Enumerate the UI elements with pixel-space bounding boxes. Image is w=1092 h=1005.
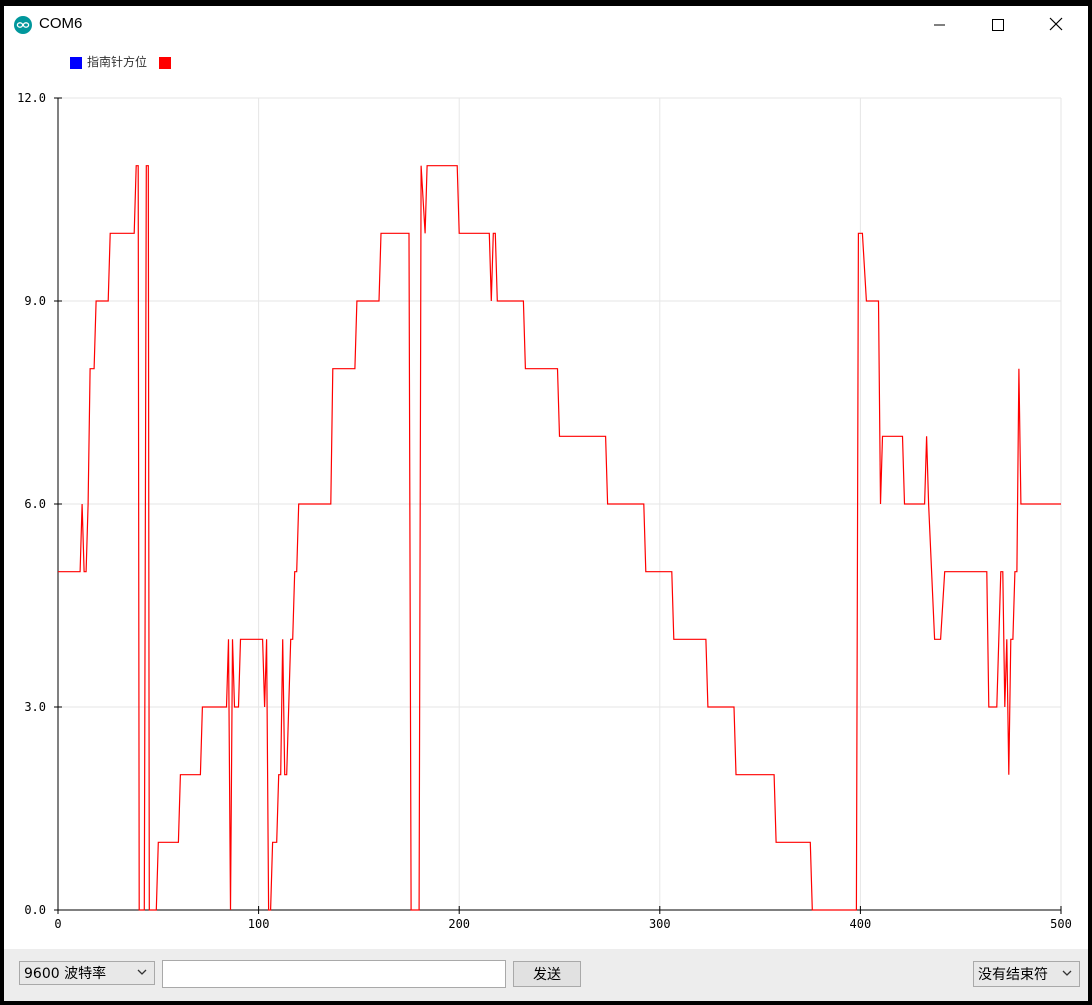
serial-plotter-window: COM6 指南针方位 0.0 3.0 6.0 9.0 12.0 0 100 20… (4, 6, 1088, 1001)
legend-swatch-blue (70, 57, 82, 69)
arduino-logo-icon (14, 16, 32, 34)
series-group (58, 165, 1061, 911)
window-title: COM6 (39, 15, 83, 32)
y-tick-label: 6.0 (24, 497, 46, 511)
minimize-icon (934, 16, 946, 35)
baud-rate-value: 9600 波特率 (24, 966, 107, 982)
x-tick-label: 200 (448, 917, 470, 931)
x-tick-label: 500 (1050, 917, 1072, 931)
line-ending-value: 没有结束符 (978, 967, 1048, 983)
baud-rate-select[interactable]: 9600 波特率 (19, 961, 155, 985)
title-bar: COM6 (4, 6, 1088, 44)
y-tick-label: 12.0 (17, 91, 46, 105)
serial-plot-chart: 指南针方位 0.0 3.0 6.0 9.0 12.0 0 100 200 300 400 500 (17, 54, 1072, 931)
series-line (58, 165, 1061, 911)
x-tick-label: 300 (649, 917, 671, 931)
maximize-button[interactable] (969, 6, 1027, 44)
legend: 指南针方位 (70, 54, 171, 69)
x-tick-label: 0 (54, 917, 61, 931)
y-tick-label: 9.0 (24, 294, 46, 308)
send-input[interactable] (162, 960, 506, 988)
y-axis-ticks: 0.0 3.0 6.0 9.0 12.0 (17, 91, 62, 917)
y-tick-label: 3.0 (24, 700, 46, 714)
legend-swatch-red (159, 57, 171, 69)
minimize-button[interactable] (911, 6, 969, 44)
legend-label: 指南针方位 (87, 54, 147, 69)
maximize-icon (992, 16, 1004, 35)
y-tick-label: 0.0 (24, 903, 46, 917)
line-ending-select[interactable]: 没有结束符 (973, 961, 1080, 987)
x-tick-label: 400 (850, 917, 872, 931)
bottom-toolbar: 9600 波特率 发送 没有结束符 (4, 949, 1088, 1001)
close-button[interactable] (1027, 6, 1085, 44)
chevron-down-icon (136, 966, 148, 982)
close-icon (1049, 16, 1063, 35)
x-tick-label: 100 (248, 917, 270, 931)
chevron-down-icon (1061, 967, 1073, 983)
send-button[interactable]: 发送 (513, 961, 581, 987)
plot-area: 指南针方位 0.0 3.0 6.0 9.0 12.0 0 100 200 300 400 500 (4, 44, 1088, 949)
